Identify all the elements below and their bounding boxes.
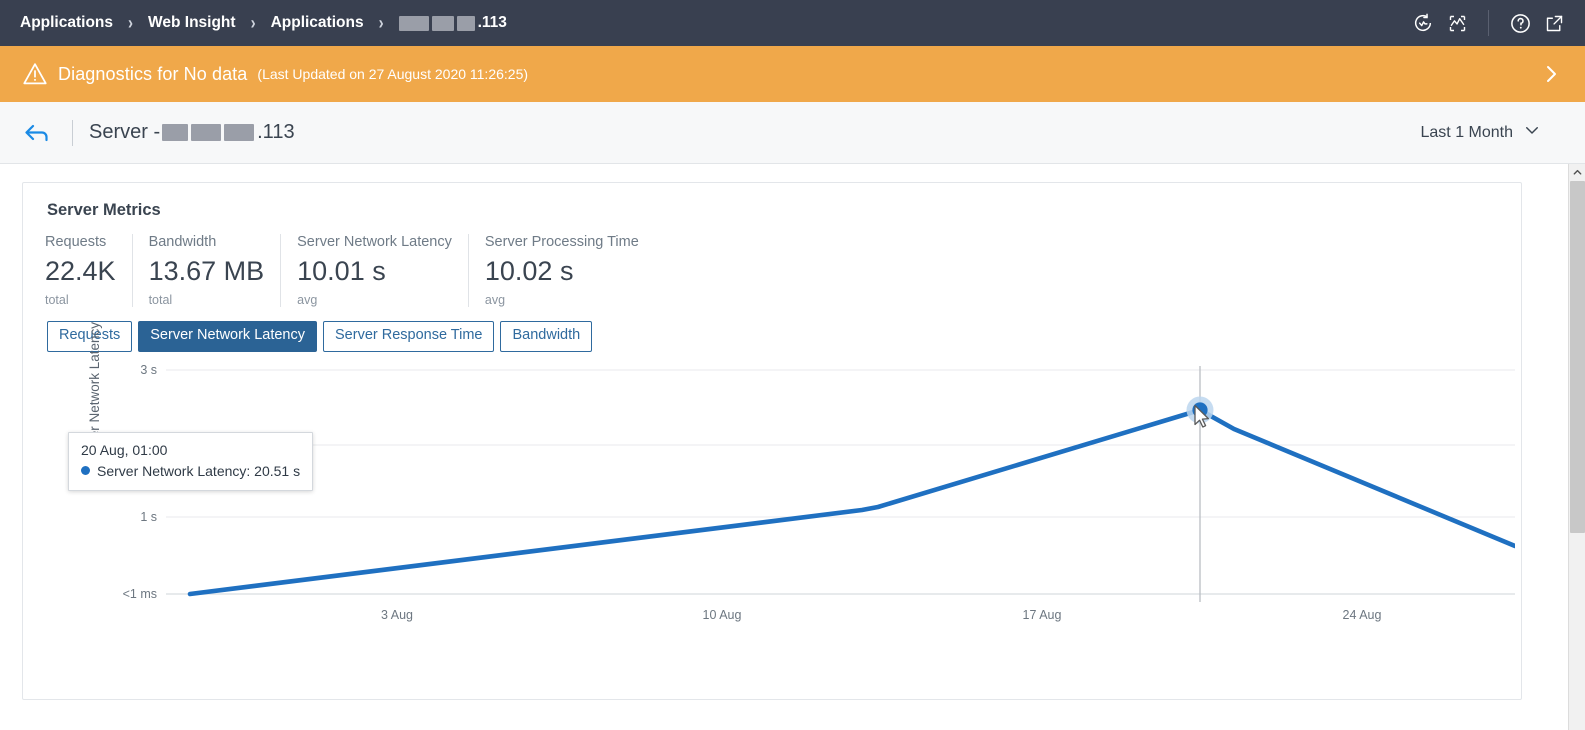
header-divider <box>72 119 73 146</box>
breadcrumb-item-web-insight[interactable]: Web Insight <box>146 14 238 32</box>
tooltip-timestamp: 20 Aug, 01:00 <box>81 441 168 458</box>
redacted-block <box>224 124 255 141</box>
tab-bandwidth[interactable]: Bandwidth <box>500 320 593 352</box>
kpi-value: 22.4K <box>45 256 116 287</box>
page-header: Server - .113 Last 1 Month <box>0 102 1585 164</box>
alert-title: Diagnostics for No data <box>58 63 248 84</box>
chart-svg <box>166 365 1518 602</box>
x-tick-10-aug: 10 Aug <box>702 607 742 622</box>
kpi-requests: Requests 22.4K total <box>45 234 132 307</box>
breadcrumb-separator: › <box>378 12 384 34</box>
redacted-block <box>456 15 475 31</box>
top-bar-icon-group <box>1406 6 1571 40</box>
x-tick-24-aug: 24 Aug <box>1342 607 1382 622</box>
back-arrow-icon[interactable] <box>22 120 66 146</box>
kpi-unit: avg <box>297 292 318 307</box>
redacted-block <box>191 124 222 141</box>
breadcrumb-separator: › <box>250 12 256 34</box>
redacted-block <box>162 124 189 141</box>
kpi-bandwidth: Bandwidth 13.67 MB total <box>131 234 281 307</box>
breadcrumb-item-server-ip[interactable]: .113 <box>397 14 509 32</box>
kpi-value: 13.67 MB <box>148 256 265 287</box>
kpi-server-network-latency: Server Network Latency 10.01 s avg <box>280 234 468 307</box>
top-navigation-bar: Applications › Web Insight › Application… <box>0 0 1585 46</box>
kpi-label: Bandwidth <box>148 234 217 250</box>
y-tick-3s: 3 s <box>140 362 157 377</box>
breadcrumb-item-applications[interactable]: Applications <box>18 14 115 32</box>
breadcrumb-ip-suffix: .113 <box>477 14 507 31</box>
tooltip-value-text: Server Network Latency: 20.51 s <box>97 462 301 479</box>
x-tick-17-aug: 17 Aug <box>1022 607 1062 622</box>
kpi-value: 10.02 s <box>484 256 574 287</box>
x-tick-3-aug: 3 Aug <box>381 607 413 622</box>
breadcrumb-item-applications-2[interactable]: Applications <box>269 14 366 32</box>
top-bar-divider <box>1488 10 1489 36</box>
kpi-unit: total <box>148 292 173 307</box>
highlight-marker <box>1192 402 1208 418</box>
time-range-selector[interactable]: Last 1 Month <box>1421 121 1564 144</box>
external-link-icon[interactable] <box>1537 6 1571 40</box>
refresh-clock-icon[interactable] <box>1406 6 1440 40</box>
chart-x-axis: 3 Aug 10 Aug 17 Aug 24 Aug <box>166 608 1515 630</box>
chart-data-line <box>187 407 1518 597</box>
y-tick-1ms: <1 ms <box>122 586 157 601</box>
kpi-server-processing-time: Server Processing Time 10.02 s avg <box>467 234 655 307</box>
kpi-label: Server Processing Time <box>484 234 639 250</box>
series-color-dot <box>81 466 90 476</box>
kpi-label: Server Network Latency <box>297 234 452 250</box>
breadcrumb: Applications › Web Insight › Application… <box>18 12 1406 34</box>
tooltip-series-row: Server Network Latency: 20.51 s <box>81 463 300 479</box>
page-title-suffix: .113 <box>257 121 295 143</box>
latency-line-chart: Server Network Latency 3 s 2 s 1 s <1 ms <box>35 322 1518 646</box>
page-title: Server - .113 <box>89 121 295 144</box>
kpi-unit: avg <box>484 292 506 307</box>
chevron-right-icon[interactable] <box>1539 62 1563 86</box>
redacted-block <box>398 15 429 31</box>
vertical-scrollbar[interactable] <box>1568 164 1585 730</box>
card-title: Server Metrics <box>47 201 161 219</box>
tab-server-network-latency[interactable]: Server Network Latency <box>138 320 317 352</box>
main-content: Server Metrics Requests 22.4K total Band… <box>0 164 1585 730</box>
kpi-label: Requests <box>45 234 107 250</box>
help-circle-icon[interactable] <box>1503 6 1537 40</box>
redacted-block <box>431 15 454 31</box>
chart-plot-area: 20 Aug, 01:00 Server Network Latency: 20… <box>68 365 1518 602</box>
kpi-row: Requests 22.4K total Bandwidth 13.67 MB … <box>45 234 1503 307</box>
chart-tooltip: 20 Aug, 01:00 Server Network Latency: 20… <box>68 431 314 491</box>
scrollbar-thumb[interactable] <box>1570 181 1585 533</box>
chevron-down-icon <box>1523 121 1541 144</box>
y-tick-1s: 1 s <box>140 509 157 524</box>
kpi-value: 10.01 s <box>297 256 386 287</box>
breadcrumb-separator: › <box>128 12 134 34</box>
kpi-unit: total <box>45 292 69 307</box>
server-metrics-card: Server Metrics Requests 22.4K total Band… <box>22 182 1522 700</box>
alert-last-updated: (Last Updated on 27 August 2020 11:26:25… <box>257 66 529 82</box>
metric-tab-group: Requests Server Network Latency Server R… <box>47 320 1503 352</box>
timeline-chart-icon[interactable] <box>1440 6 1474 40</box>
page-title-prefix: Server - <box>89 121 161 143</box>
time-range-label: Last 1 Month <box>1420 123 1514 141</box>
tab-server-response-time[interactable]: Server Response Time <box>323 320 495 352</box>
warning-triangle-icon <box>18 60 52 88</box>
scroll-up-button[interactable] <box>1569 164 1585 181</box>
diagnostics-alert-bar[interactable]: Diagnostics for No data (Last Updated on… <box>0 46 1585 102</box>
